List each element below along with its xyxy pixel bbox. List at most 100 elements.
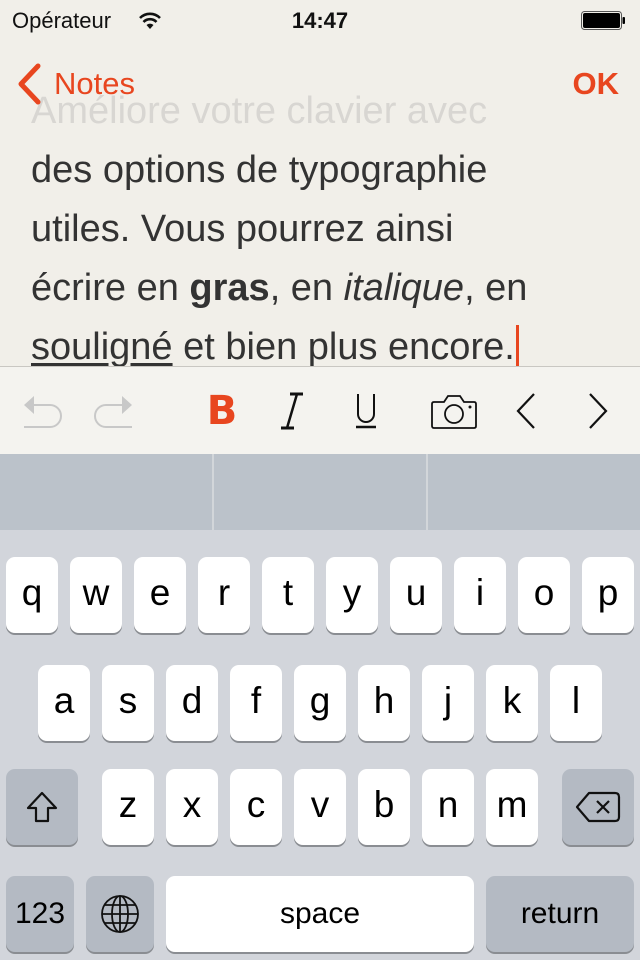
text-run: , en — [464, 267, 528, 309]
key-label: o — [533, 572, 555, 613]
delete-key[interactable] — [562, 769, 634, 845]
key-label: r — [217, 572, 231, 613]
key-label: e — [149, 572, 171, 613]
formatting-toolbar: B — [0, 366, 640, 454]
key-label: p — [597, 572, 619, 613]
key-label: k — [502, 680, 522, 721]
key-label: n — [437, 784, 459, 825]
back-button[interactable]: Notes — [16, 62, 135, 106]
text-run: et bien plus encore. — [172, 326, 515, 368]
italic-text: italique — [343, 267, 465, 309]
key-label: q — [21, 572, 43, 613]
bold-text: gras — [189, 267, 270, 309]
clock: 14:47 — [291, 8, 349, 33]
suggestion-slot[interactable] — [428, 454, 640, 530]
key-b[interactable]: b — [358, 769, 410, 845]
note-line: écrire en gras, en italique, en — [31, 259, 621, 318]
suggestion-slot[interactable] — [214, 454, 426, 530]
undo-button[interactable] — [12, 367, 72, 455]
italic-button[interactable] — [262, 367, 322, 455]
key-q[interactable]: q — [6, 557, 58, 633]
key-t[interactable]: t — [262, 557, 314, 633]
key-n[interactable]: n — [422, 769, 474, 845]
key-label: t — [282, 572, 294, 613]
suggestion-slot[interactable] — [0, 454, 212, 530]
key-a[interactable]: a — [38, 665, 90, 741]
key-z[interactable]: z — [102, 769, 154, 845]
chevron-left-icon — [18, 63, 41, 105]
bold-button[interactable]: B — [192, 367, 252, 455]
key-label: d — [181, 680, 203, 721]
battery-full-icon — [581, 11, 625, 30]
key-label: x — [182, 784, 202, 825]
key-v[interactable]: v — [294, 769, 346, 845]
text-run: écrire en — [31, 267, 190, 309]
text-cursor — [515, 325, 519, 367]
key-o[interactable]: o — [518, 557, 570, 633]
status-bar: Opérateur 14:47 — [0, 0, 640, 40]
key-label: h — [373, 680, 395, 721]
key-l[interactable]: l — [550, 665, 602, 741]
underline-icon — [356, 394, 376, 429]
key-k[interactable]: k — [486, 665, 538, 741]
return-key[interactable]: return — [486, 876, 634, 952]
underline-button[interactable] — [336, 367, 396, 455]
note-line: utiles. Vous pourrez ainsi — [31, 208, 454, 250]
note-line: des options de typographie — [31, 149, 488, 191]
key-p[interactable]: p — [582, 557, 634, 633]
key-e[interactable]: e — [134, 557, 186, 633]
chevron-right-icon — [589, 393, 608, 429]
key-x[interactable]: x — [166, 769, 218, 845]
globe-key[interactable] — [86, 876, 154, 952]
space-key[interactable]: space — [166, 876, 474, 952]
key-label: g — [309, 680, 331, 721]
key-label: u — [405, 572, 427, 613]
predictive-suggestion-bar — [0, 454, 640, 530]
key-c[interactable]: c — [230, 769, 282, 845]
keyboard: q w e r t y u i o p a s d f g h j k l z … — [0, 530, 640, 960]
chevron-left-icon — [516, 393, 535, 429]
italic-icon — [281, 392, 303, 430]
key-w[interactable]: w — [70, 557, 122, 633]
key-r[interactable]: r — [198, 557, 250, 633]
key-s[interactable]: s — [102, 665, 154, 741]
key-j[interactable]: j — [422, 665, 474, 741]
key-label: w — [82, 572, 110, 613]
key-label: l — [571, 680, 581, 721]
next-button[interactable] — [568, 367, 628, 455]
redo-icon — [94, 396, 132, 428]
globe-icon — [101, 895, 139, 933]
key-label: f — [250, 680, 262, 721]
key-label: v — [310, 784, 330, 825]
key-label: m — [496, 784, 528, 825]
key-f[interactable]: f — [230, 665, 282, 741]
key-u[interactable]: u — [390, 557, 442, 633]
note-text-editor[interactable]: Améliore votre clavier avec des options … — [31, 82, 621, 377]
undo-icon — [24, 396, 62, 428]
key-label: y — [342, 572, 362, 613]
key-i[interactable]: i — [454, 557, 506, 633]
delete-backspace-icon — [575, 791, 621, 823]
key-label: j — [443, 680, 453, 721]
numbers-key[interactable]: 123 — [6, 876, 74, 952]
key-d[interactable]: d — [166, 665, 218, 741]
key-label: b — [373, 784, 395, 825]
back-button-label: Notes — [54, 66, 135, 101]
shift-icon — [26, 791, 58, 823]
key-g[interactable]: g — [294, 665, 346, 741]
key-label: s — [118, 680, 138, 721]
key-m[interactable]: m — [486, 769, 538, 845]
text-run: , en — [269, 267, 344, 309]
key-label: c — [246, 784, 266, 825]
key-h[interactable]: h — [358, 665, 410, 741]
previous-button[interactable] — [496, 367, 556, 455]
key-label: i — [475, 572, 485, 613]
key-label: a — [53, 680, 75, 721]
camera-icon — [431, 395, 477, 429]
done-button[interactable]: OK — [573, 66, 620, 102]
key-label: z — [118, 784, 138, 825]
shift-key[interactable] — [6, 769, 78, 845]
camera-button[interactable] — [424, 367, 484, 455]
redo-button[interactable] — [84, 367, 144, 455]
key-y[interactable]: y — [326, 557, 378, 633]
